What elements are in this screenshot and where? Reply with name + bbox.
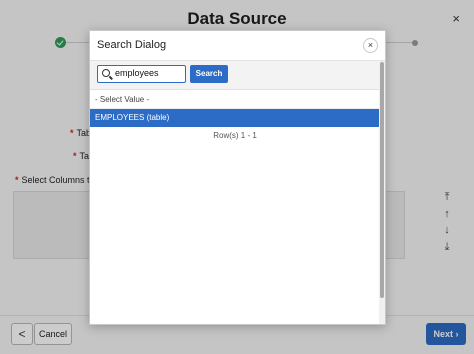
list-item[interactable]: EMPLOYEES (table)	[90, 109, 380, 127]
scrollbar[interactable]	[379, 61, 385, 324]
dialog-close-button[interactable]: ×	[363, 38, 378, 53]
search-icon	[102, 69, 110, 77]
result-list: - Select Value - EMPLOYEES (table)	[90, 91, 380, 127]
dialog-body: employees Search - Select Value - EMPLOY…	[90, 60, 385, 324]
search-dialog: Search Dialog × employees Search - Selec…	[89, 30, 386, 325]
dialog-header: Search Dialog ×	[90, 31, 385, 60]
search-toolbar: employees Search	[90, 61, 380, 90]
dialog-title: Search Dialog	[97, 39, 167, 51]
list-placeholder[interactable]: - Select Value -	[90, 91, 380, 109]
search-input[interactable]: employees	[97, 65, 186, 83]
search-button[interactable]: Search	[190, 65, 228, 83]
scrollbar-thumb[interactable]	[380, 62, 384, 298]
row-count: Row(s) 1 - 1	[213, 131, 257, 140]
search-input-value: employees	[115, 68, 159, 78]
